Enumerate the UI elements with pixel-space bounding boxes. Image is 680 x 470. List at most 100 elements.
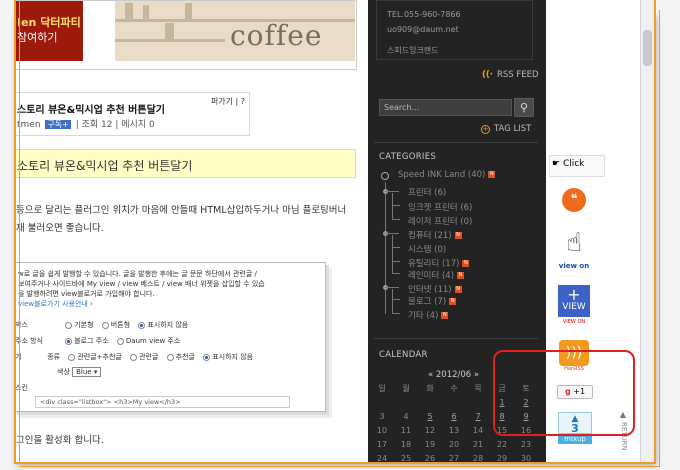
- body-line-3: 그인을 활성화 합니다.: [16, 435, 104, 446]
- click-widget[interactable]: ☛ Click: [549, 155, 605, 177]
- calendar-day[interactable]: 7: [467, 412, 489, 421]
- new-badge-icon: N: [488, 171, 496, 178]
- weekday: 화: [426, 384, 434, 393]
- tree-branch: [392, 219, 400, 220]
- search-button[interactable]: ⚲: [514, 98, 534, 117]
- post-actions[interactable]: 퍼가기 | ?: [211, 96, 245, 107]
- tree-branch: [385, 191, 399, 192]
- daum-view-widget[interactable]: + VIEW VIEW ON: [549, 285, 599, 329]
- setting-row-box: 박스 기본형 버튼형 표시하지 않음: [15, 320, 188, 330]
- desc-line-1: w로 글을 쉽게 발행할 수 있습니다. 글을 발행한 후에는 글 문문 하단에…: [18, 270, 257, 278]
- row1-opt2: 표시하지 않음: [147, 321, 189, 329]
- tree-subline: [392, 235, 393, 273]
- row2-label: 주소 방식: [15, 337, 43, 345]
- skin-code-textarea[interactable]: <div class="listbox"> <h3>My view</h3>: [35, 396, 290, 408]
- radio-recommend[interactable]: [166, 353, 174, 361]
- calendar-day[interactable]: 6: [443, 412, 465, 421]
- categories-heading: CATEGORIES: [379, 152, 437, 162]
- row3-prefix: 종류: [47, 353, 61, 361]
- radio-button[interactable]: [101, 321, 109, 329]
- radio-basic[interactable]: [65, 321, 73, 329]
- banner-left-ad[interactable]: Ien 닥터파티 참여하기: [15, 1, 83, 61]
- tag-list-link[interactable]: + TAG LIST: [481, 124, 531, 134]
- ad-banner[interactable]: Ien 닥터파티 참여하기 coffee: [14, 0, 357, 70]
- calendar-day: 12: [424, 426, 436, 435]
- weekday: 일: [378, 384, 386, 393]
- post-messages: 메시지 0: [121, 120, 155, 130]
- new-badge-icon: N: [462, 260, 470, 267]
- radio-related[interactable]: [130, 353, 138, 361]
- highlight-box: [493, 350, 635, 436]
- tree-branch: [392, 261, 400, 262]
- category-printer[interactable]: 프린터 (6): [408, 186, 446, 198]
- post-author[interactable]: tmen: [17, 120, 41, 130]
- contact-box: TEL.055-960-7866 uo909@daum.net 스피드잉크랜드: [376, 0, 533, 60]
- plus-icon: +: [481, 125, 490, 134]
- radio-related-recommend[interactable]: [68, 353, 76, 361]
- cat-6-count: (17): [441, 259, 460, 269]
- category-rainmeter[interactable]: 레인미터 (4) N: [408, 269, 465, 281]
- calendar-heading: CALENDAR: [379, 350, 428, 360]
- cat-2-label: 잉크젯 프린터: [408, 203, 458, 213]
- category-etc[interactable]: 기타 (4) N: [408, 309, 449, 321]
- rss-feed-link[interactable]: ((· RSS FEED: [482, 70, 539, 80]
- color-select[interactable]: Blue ▾: [72, 367, 102, 377]
- calendar-day: 25: [400, 454, 412, 462]
- tree-branch: [392, 273, 400, 274]
- radio-daum-address[interactable]: [116, 337, 124, 345]
- scrollbar-thumb[interactable]: [643, 30, 652, 66]
- row4-prefix: 색상: [57, 368, 70, 376]
- cat-8-label: 인터넷: [408, 285, 432, 295]
- cat-4-label: 컴퓨터: [408, 231, 432, 241]
- tree-branch: [392, 299, 400, 300]
- hand-click-icon: ☝: [566, 228, 582, 258]
- calendar-day: 17: [376, 440, 388, 449]
- viewon-label: view on: [558, 262, 590, 270]
- category-internet[interactable]: 인터넷 (11) N: [408, 283, 462, 295]
- radio-hide[interactable]: [138, 321, 146, 329]
- calendar-day[interactable]: 5: [419, 412, 441, 421]
- body-line-1: 등으로 달리는 플러그인 위치가 마음에 안들때 HTML삽입하두거나 마님 플…: [16, 205, 347, 216]
- tree-subline: [392, 289, 393, 313]
- post-title[interactable]: 스토리 뷰온&믹시업 추천 버튼달기: [17, 101, 165, 116]
- category-blog[interactable]: 블로그 (7) N: [408, 295, 457, 307]
- category-inkjet[interactable]: 잉크젯 프린터 (6): [408, 201, 472, 213]
- tree-line: [385, 182, 386, 314]
- calendar-day: 4: [403, 412, 409, 421]
- radio-type-hide[interactable]: [203, 353, 211, 361]
- category-system[interactable]: 시스템 (0): [408, 243, 446, 255]
- cat-3-count: (0): [460, 217, 473, 227]
- cat-9-label: 블로그: [408, 297, 432, 307]
- contact-email[interactable]: uo909@daum.net: [387, 25, 459, 34]
- row3-opt3: 표시하지 않음: [212, 353, 254, 361]
- setting-row-skin: 스킨: [15, 383, 28, 393]
- category-laser[interactable]: 레이저 프린터 (0): [408, 215, 472, 227]
- weekday: 목: [474, 384, 482, 393]
- calendar-day: 29: [496, 454, 508, 462]
- tistory-widget[interactable]: ❝: [549, 184, 599, 220]
- vertical-scrollbar[interactable]: [640, 0, 654, 462]
- post-card[interactable]: 퍼가기 | ? 스토리 뷰온&믹시업 추천 버튼달기 tmen 구독+ | 조회…: [14, 92, 250, 136]
- tree-branch: [392, 247, 400, 248]
- new-badge-icon: N: [449, 298, 457, 305]
- coffee-banner[interactable]: coffee: [115, 1, 355, 61]
- viewon-widget[interactable]: ☝ view on: [549, 224, 599, 276]
- weekday: 수: [450, 384, 458, 393]
- category-root[interactable]: Speed INK Land (40) N: [398, 170, 496, 180]
- subscribe-button[interactable]: 구독+: [45, 120, 71, 129]
- click-label: Click: [562, 159, 585, 169]
- cat-7-label: 레인미터: [408, 271, 440, 281]
- radio-blog-address[interactable]: [65, 337, 73, 345]
- tree-branch: [385, 233, 399, 234]
- divider: [374, 338, 538, 339]
- search-input[interactable]: Search...: [379, 99, 512, 116]
- row2-opt1: Daum view 주소: [125, 337, 181, 345]
- tree-branch: [392, 205, 400, 206]
- calendar-nav[interactable]: « 2012/06 »: [428, 370, 479, 380]
- desc-link[interactable]: view블로가기 사용안내 ›: [18, 299, 268, 309]
- desc-line-2: 보여주거나 사이드바에 My view / view 베스트 / view 배너…: [18, 280, 265, 288]
- category-computer[interactable]: 컴퓨터 (21) N: [408, 229, 462, 241]
- view-button-icon: + VIEW: [558, 285, 590, 317]
- category-utility[interactable]: 유틸리티 (17) N: [408, 257, 470, 269]
- calendar-day: 18: [400, 440, 412, 449]
